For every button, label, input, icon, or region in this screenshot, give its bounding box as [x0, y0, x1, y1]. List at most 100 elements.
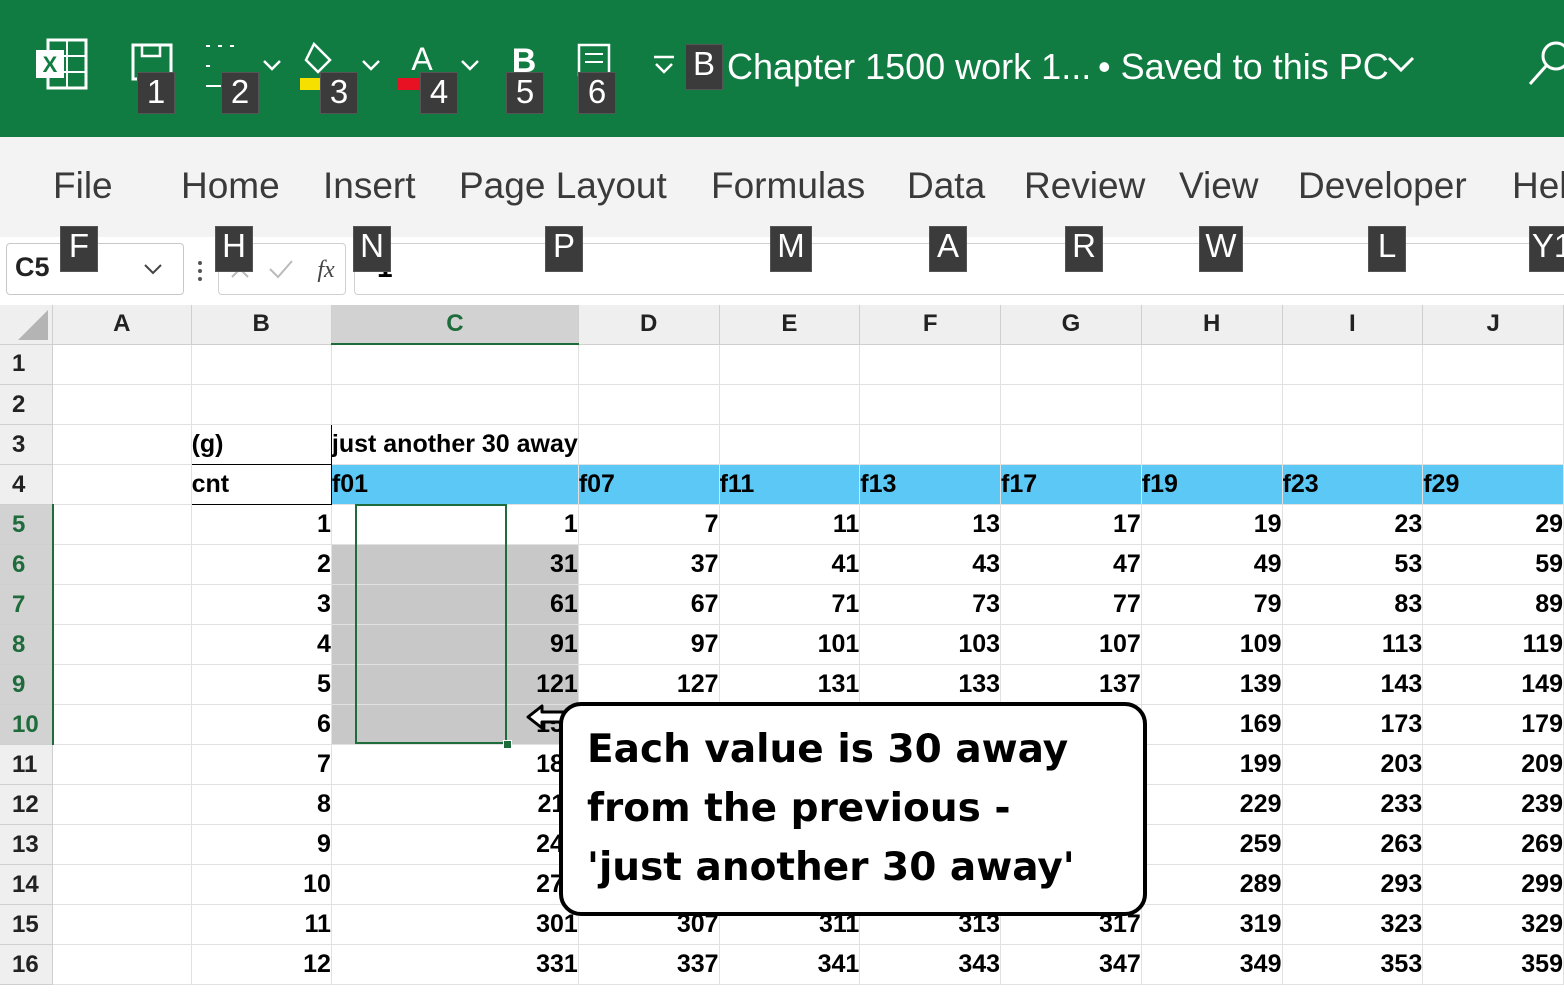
- cnt-cell[interactable]: 8: [191, 784, 332, 825]
- tab-file[interactable]: File: [53, 164, 113, 208]
- cell[interactable]: [52, 384, 192, 425]
- tab-data[interactable]: Data: [907, 164, 985, 208]
- chevron-down-icon[interactable]: [1386, 54, 1416, 76]
- value-cell[interactable]: 41: [719, 544, 861, 585]
- title-cell[interactable]: just another 30 away: [331, 424, 579, 465]
- value-cell[interactable]: 143: [1282, 664, 1424, 705]
- cell[interactable]: [1282, 344, 1424, 385]
- value-cell[interactable]: 37: [578, 544, 720, 585]
- value-cell[interactable]: 19: [1141, 504, 1283, 545]
- document-title[interactable]: Chapter 1500 work 1...: [727, 44, 1091, 90]
- cell[interactable]: [52, 664, 192, 705]
- value-cell[interactable]: 289: [1141, 864, 1283, 905]
- value-cell[interactable]: 59: [1422, 544, 1564, 585]
- value-cell[interactable]: 17: [1000, 504, 1142, 545]
- value-cell[interactable]: 293: [1282, 864, 1424, 905]
- value-cell[interactable]: 43: [859, 544, 1002, 585]
- value-cell[interactable]: 233: [1282, 784, 1424, 825]
- tab-view[interactable]: View: [1179, 164, 1259, 208]
- cnt-cell[interactable]: 11: [191, 904, 332, 945]
- cell[interactable]: [1422, 384, 1564, 425]
- value-cell[interactable]: 109: [1141, 624, 1283, 665]
- row-header[interactable]: 16: [0, 944, 54, 985]
- series-header-cell[interactable]: f07: [578, 464, 720, 505]
- value-cell[interactable]: 71: [719, 584, 861, 625]
- cell[interactable]: [52, 504, 192, 545]
- value-cell[interactable]: 137: [1000, 664, 1142, 705]
- cell[interactable]: [52, 544, 192, 585]
- value-cell[interactable]: 349: [1141, 944, 1283, 985]
- value-cell[interactable]: 11: [719, 504, 861, 545]
- cell[interactable]: [331, 384, 579, 425]
- customize-toolbar-icon[interactable]: [652, 54, 676, 78]
- chevron-down-icon[interactable]: [460, 58, 480, 72]
- value-cell[interactable]: 331: [331, 944, 579, 985]
- value-cell[interactable]: 263: [1282, 824, 1424, 865]
- value-cell[interactable]: 139: [1141, 664, 1283, 705]
- cell[interactable]: [52, 864, 192, 905]
- column-header-b[interactable]: B: [191, 305, 332, 345]
- cnt-cell[interactable]: 9: [191, 824, 332, 865]
- value-cell[interactable]: 209: [1422, 744, 1564, 785]
- cell[interactable]: [1000, 344, 1142, 385]
- value-cell[interactable]: 341: [719, 944, 861, 985]
- cell[interactable]: [191, 344, 332, 385]
- cell[interactable]: [52, 944, 192, 985]
- series-header-cell[interactable]: f29: [1422, 464, 1564, 505]
- cell[interactable]: [331, 344, 579, 385]
- more-options-icon[interactable]: [196, 259, 204, 283]
- value-cell[interactable]: 179: [1422, 704, 1564, 745]
- cell[interactable]: [52, 584, 192, 625]
- value-cell[interactable]: 353: [1282, 944, 1424, 985]
- row-header[interactable]: 3: [0, 424, 54, 465]
- select-all-corner[interactable]: [0, 305, 54, 345]
- value-cell[interactable]: 107: [1000, 624, 1142, 665]
- value-cell[interactable]: 121: [331, 664, 579, 705]
- value-cell[interactable]: 23: [1282, 504, 1424, 545]
- cell[interactable]: [1141, 424, 1283, 465]
- tab-formulas[interactable]: Formulas: [711, 164, 865, 208]
- tab-review[interactable]: Review: [1024, 164, 1145, 208]
- row-header[interactable]: 9: [0, 664, 54, 705]
- tab-page-layout[interactable]: Page Layout: [459, 164, 667, 208]
- tab-help[interactable]: Hel: [1512, 164, 1564, 208]
- cnt-cell[interactable]: 6: [191, 704, 332, 745]
- value-cell[interactable]: 29: [1422, 504, 1564, 545]
- cell[interactable]: [1282, 424, 1424, 465]
- column-header-j[interactable]: J: [1422, 305, 1564, 345]
- cell[interactable]: [1141, 344, 1283, 385]
- column-header-g[interactable]: G: [1000, 305, 1142, 345]
- value-cell[interactable]: 319: [1141, 904, 1283, 945]
- value-cell[interactable]: 1: [331, 504, 579, 545]
- value-cell[interactable]: 359: [1422, 944, 1564, 985]
- column-header-a[interactable]: A: [52, 305, 192, 345]
- value-cell[interactable]: 113: [1282, 624, 1424, 665]
- cell[interactable]: [719, 384, 861, 425]
- value-cell[interactable]: 203: [1282, 744, 1424, 785]
- cell[interactable]: [1422, 344, 1564, 385]
- cell[interactable]: [52, 624, 192, 665]
- value-cell[interactable]: 239: [1422, 784, 1564, 825]
- value-cell[interactable]: 53: [1282, 544, 1424, 585]
- value-cell[interactable]: 241: [331, 824, 579, 865]
- cell[interactable]: [578, 424, 720, 465]
- value-cell[interactable]: 329: [1422, 904, 1564, 945]
- value-cell[interactable]: 229: [1141, 784, 1283, 825]
- value-cell[interactable]: 83: [1282, 584, 1424, 625]
- cell[interactable]: [191, 384, 332, 425]
- cnt-cell[interactable]: 7: [191, 744, 332, 785]
- row-header[interactable]: 15: [0, 904, 54, 945]
- row-header[interactable]: 2: [0, 384, 54, 425]
- cnt-cell[interactable]: 10: [191, 864, 332, 905]
- series-header-cell[interactable]: f19: [1141, 464, 1283, 505]
- cnt-cell[interactable]: 1: [191, 504, 332, 545]
- value-cell[interactable]: 13: [859, 504, 1002, 545]
- cell[interactable]: [1282, 384, 1424, 425]
- value-cell[interactable]: 133: [859, 664, 1002, 705]
- cell[interactable]: [52, 424, 192, 465]
- cell[interactable]: [578, 384, 720, 425]
- chevron-down-icon[interactable]: [262, 58, 282, 72]
- tab-home[interactable]: Home: [181, 164, 280, 208]
- value-cell[interactable]: 89: [1422, 584, 1564, 625]
- value-cell[interactable]: 269: [1422, 824, 1564, 865]
